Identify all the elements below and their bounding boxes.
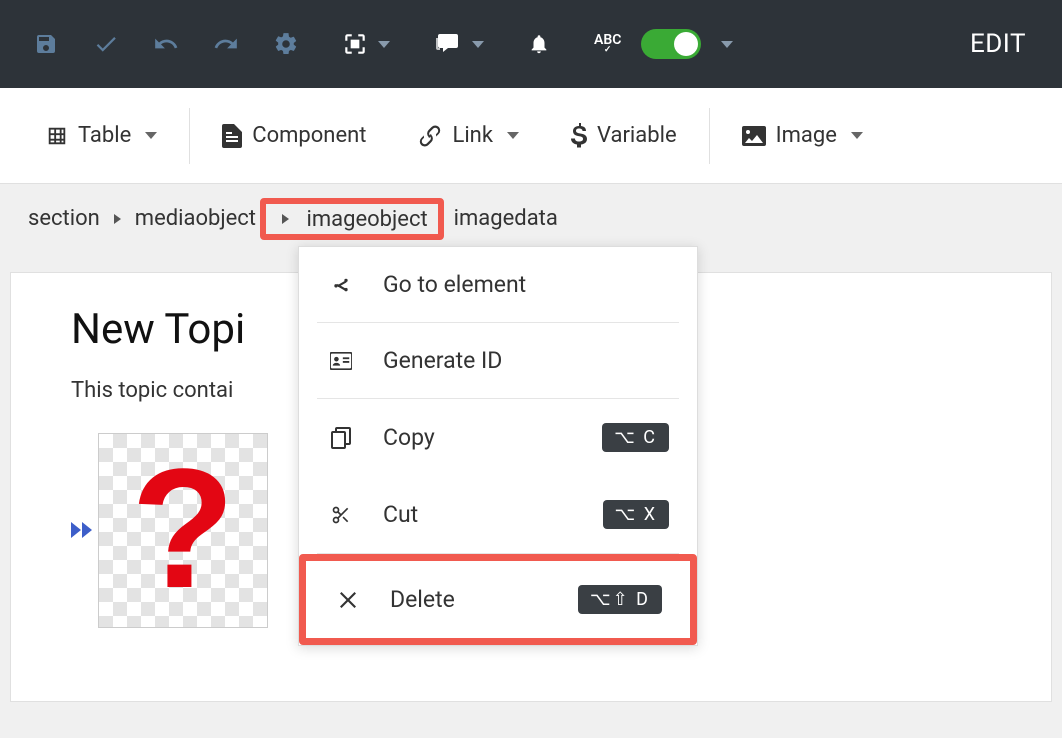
chevron-down-icon — [472, 41, 484, 48]
mode-label[interactable]: EDIT — [970, 29, 1026, 59]
settings-button[interactable] — [256, 14, 316, 74]
body-text: This topic contai — [71, 378, 233, 403]
shortcut-badge: ⌥ C — [602, 423, 669, 452]
redo-button[interactable] — [196, 14, 256, 74]
breadcrumb: section mediaobject imageobject imagedat… — [0, 184, 1062, 254]
shortcut-badge: ⌥ X — [603, 500, 670, 529]
insert-toolbar: Table Component Link Variable Image — [0, 88, 1062, 184]
image-placeholder[interactable]: ? — [98, 433, 268, 628]
chevron-down-icon — [378, 41, 390, 48]
context-menu: Go to element Generate ID Copy ⌥ C Cut ⌥… — [298, 246, 698, 646]
menu-cut[interactable]: Cut ⌥ X — [299, 476, 697, 553]
dollar-icon — [571, 123, 587, 149]
save-button[interactable] — [16, 14, 76, 74]
focus-dropdown[interactable] — [324, 31, 408, 57]
collapse-handle-icon[interactable] — [71, 522, 92, 538]
chevron-down-icon — [507, 132, 519, 139]
menu-label: Copy — [383, 424, 435, 451]
comments-icon — [434, 32, 462, 56]
component-label: Component — [252, 123, 366, 148]
variable-button[interactable]: Variable — [545, 108, 703, 164]
undo-button[interactable] — [136, 14, 196, 74]
breadcrumb-caret-icon — [282, 214, 289, 224]
menu-label: Go to element — [383, 271, 526, 298]
gear-icon — [273, 31, 299, 57]
abc-label: ABC — [594, 34, 621, 55]
breadcrumb-caret-icon — [114, 214, 121, 224]
spellcheck-toggle[interactable]: ABC — [576, 29, 751, 59]
notifications-button[interactable] — [510, 31, 568, 57]
image-label: Image — [776, 123, 837, 148]
focus-icon — [342, 31, 368, 57]
toggle-switch[interactable] — [641, 29, 701, 59]
breadcrumb-item[interactable]: section — [28, 206, 100, 231]
confirm-button[interactable] — [76, 14, 136, 74]
share-icon — [327, 275, 355, 295]
scissors-icon — [327, 505, 355, 525]
comments-dropdown[interactable] — [416, 32, 502, 56]
main-toolbar: ABC EDIT — [0, 0, 1062, 88]
menu-label: Cut — [383, 501, 418, 528]
save-icon — [34, 32, 58, 56]
chevron-down-icon — [851, 132, 863, 139]
component-button[interactable]: Component — [196, 108, 392, 164]
link-button[interactable]: Link — [392, 108, 545, 164]
link-icon — [418, 124, 442, 148]
bell-icon — [528, 31, 550, 57]
breadcrumb-item-label: imageobject — [306, 207, 427, 232]
chevron-down-icon — [145, 132, 157, 139]
close-icon — [334, 591, 362, 609]
question-mark-icon: ? — [131, 449, 235, 611]
chevron-down-icon — [721, 41, 733, 48]
document-icon — [222, 124, 242, 148]
table-label: Table — [78, 123, 131, 148]
menu-delete[interactable]: Delete ⌥⇧ D — [299, 554, 697, 645]
check-icon — [93, 31, 119, 57]
menu-generate-id[interactable]: Generate ID — [299, 323, 697, 398]
image-icon — [742, 126, 766, 146]
shortcut-badge: ⌥⇧ D — [578, 585, 662, 614]
breadcrumb-item-highlighted[interactable]: imageobject — [260, 198, 444, 240]
variable-label: Variable — [597, 123, 677, 148]
menu-copy[interactable]: Copy ⌥ C — [299, 399, 697, 476]
copy-icon — [327, 427, 355, 449]
id-card-icon — [327, 352, 355, 370]
link-label: Link — [452, 123, 493, 148]
breadcrumb-item[interactable]: imagedata — [454, 206, 558, 231]
menu-label: Generate ID — [383, 347, 502, 374]
image-button[interactable]: Image — [716, 108, 889, 164]
undo-icon — [153, 31, 179, 57]
divider — [709, 108, 710, 164]
menu-label: Delete — [390, 586, 455, 613]
table-icon — [46, 125, 68, 147]
breadcrumb-item[interactable]: mediaobject — [135, 206, 256, 231]
redo-icon — [213, 31, 239, 57]
divider — [189, 108, 190, 164]
menu-go-to-element[interactable]: Go to element — [299, 247, 697, 322]
table-button[interactable]: Table — [20, 108, 183, 164]
